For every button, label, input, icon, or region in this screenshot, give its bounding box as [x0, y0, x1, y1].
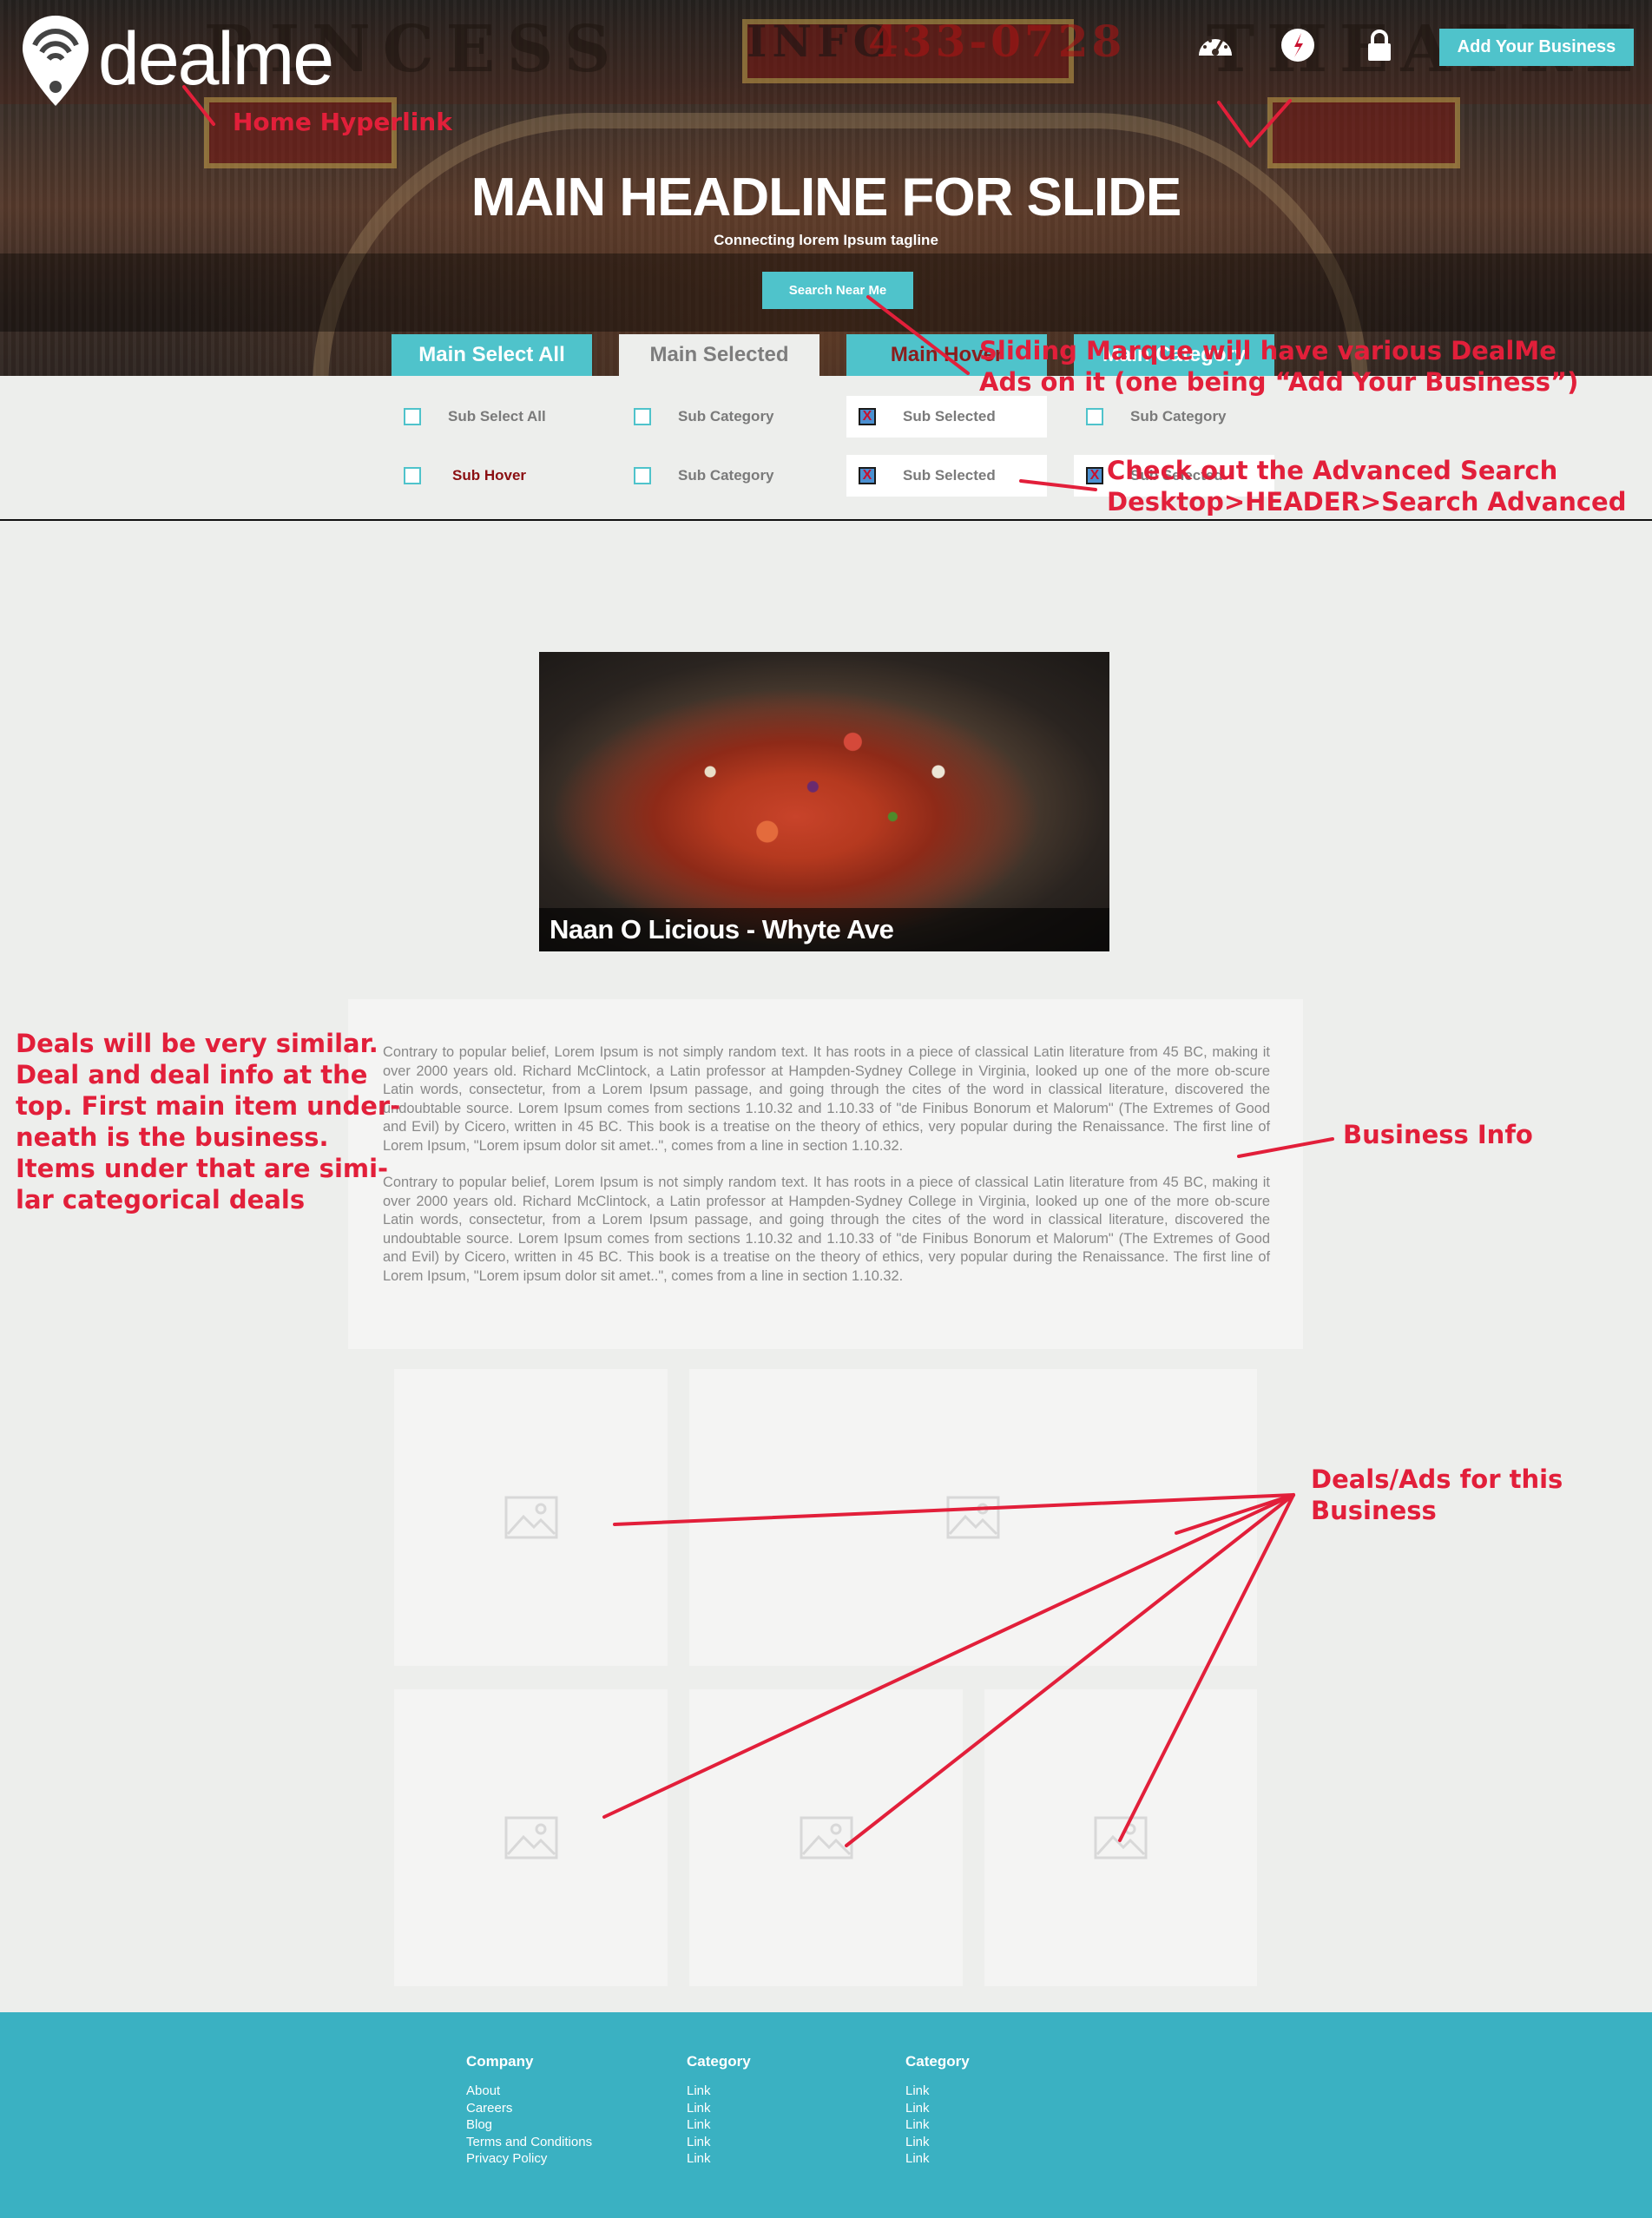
- annotation-deals-line: Items under that are simi-: [16, 1154, 389, 1183]
- footer-link[interactable]: Link: [687, 2134, 751, 2151]
- footer-link-careers[interactable]: Careers: [466, 2100, 592, 2117]
- footer-link[interactable]: Link: [687, 2100, 751, 2117]
- footer-link[interactable]: Link: [905, 2100, 970, 2117]
- footer-heading: Company: [466, 2053, 534, 2070]
- footer-link-privacy[interactable]: Privacy Policy: [466, 2150, 592, 2168]
- footer-link[interactable]: Link: [905, 2116, 970, 2134]
- annotation-deals-line: Deals will be very similar.: [16, 1029, 378, 1058]
- annotation-deals-line: neath is the business.: [16, 1122, 329, 1152]
- annotation-adv-line: Check out the Advanced Search: [1107, 456, 1558, 485]
- annotation-line-home: [182, 85, 215, 126]
- annotation-home-hyperlink: Home Hyperlink: [233, 108, 452, 136]
- annotation-adv-line: Desktop>HEADER>Search Advanced: [1107, 487, 1627, 517]
- annotation-deals-ads-line: Deals/Ads for this: [1311, 1464, 1563, 1494]
- footer-link[interactable]: Link: [905, 2150, 970, 2168]
- footer-link-about[interactable]: About: [466, 2083, 592, 2100]
- footer-column-category: Category Link Link Link Link Link: [687, 2053, 751, 2168]
- annotation-marquee: Sliding Marque will have various DealMe …: [979, 335, 1578, 398]
- footer-heading: Category: [905, 2053, 970, 2070]
- footer-link[interactable]: Link: [905, 2083, 970, 2100]
- footer-link-terms[interactable]: Terms and Conditions: [466, 2134, 592, 2151]
- footer-link[interactable]: Link: [687, 2116, 751, 2134]
- site-footer: Company About Careers Blog Terms and Con…: [0, 2012, 1652, 2218]
- annotation-marquee-line: Ads on it (one being “Add Your Business”…: [979, 367, 1579, 397]
- footer-link[interactable]: Link: [905, 2134, 970, 2151]
- annotation-deals-line: lar categorical deals: [16, 1185, 306, 1214]
- annotation-marquee-line: Sliding Marque will have various DealMe: [979, 336, 1557, 365]
- footer-column-category: Category Link Link Link Link Link: [905, 2053, 970, 2168]
- footer-column-company: Company About Careers Blog Terms and Con…: [466, 2053, 592, 2168]
- annotation-business-info: Business Info: [1343, 1120, 1533, 1149]
- annotation-deals-line: Deal and deal info at the: [16, 1060, 368, 1089]
- annotation-advanced-search: Check out the Advanced Search Desktop>HE…: [1107, 455, 1626, 517]
- footer-link[interactable]: Link: [687, 2083, 751, 2100]
- annotation-deals-ads-line: Business: [1311, 1496, 1437, 1525]
- annotation-deals-note: Deals will be very similar. Deal and dea…: [16, 1028, 400, 1215]
- footer-link[interactable]: Link: [687, 2150, 751, 2168]
- annotation-deals-line: top. First main item under-: [16, 1091, 401, 1121]
- annotation-deals-ads: Deals/Ads for this Business: [1311, 1464, 1563, 1526]
- footer-heading: Category: [687, 2053, 751, 2070]
- footer-link-blog[interactable]: Blog: [466, 2116, 592, 2134]
